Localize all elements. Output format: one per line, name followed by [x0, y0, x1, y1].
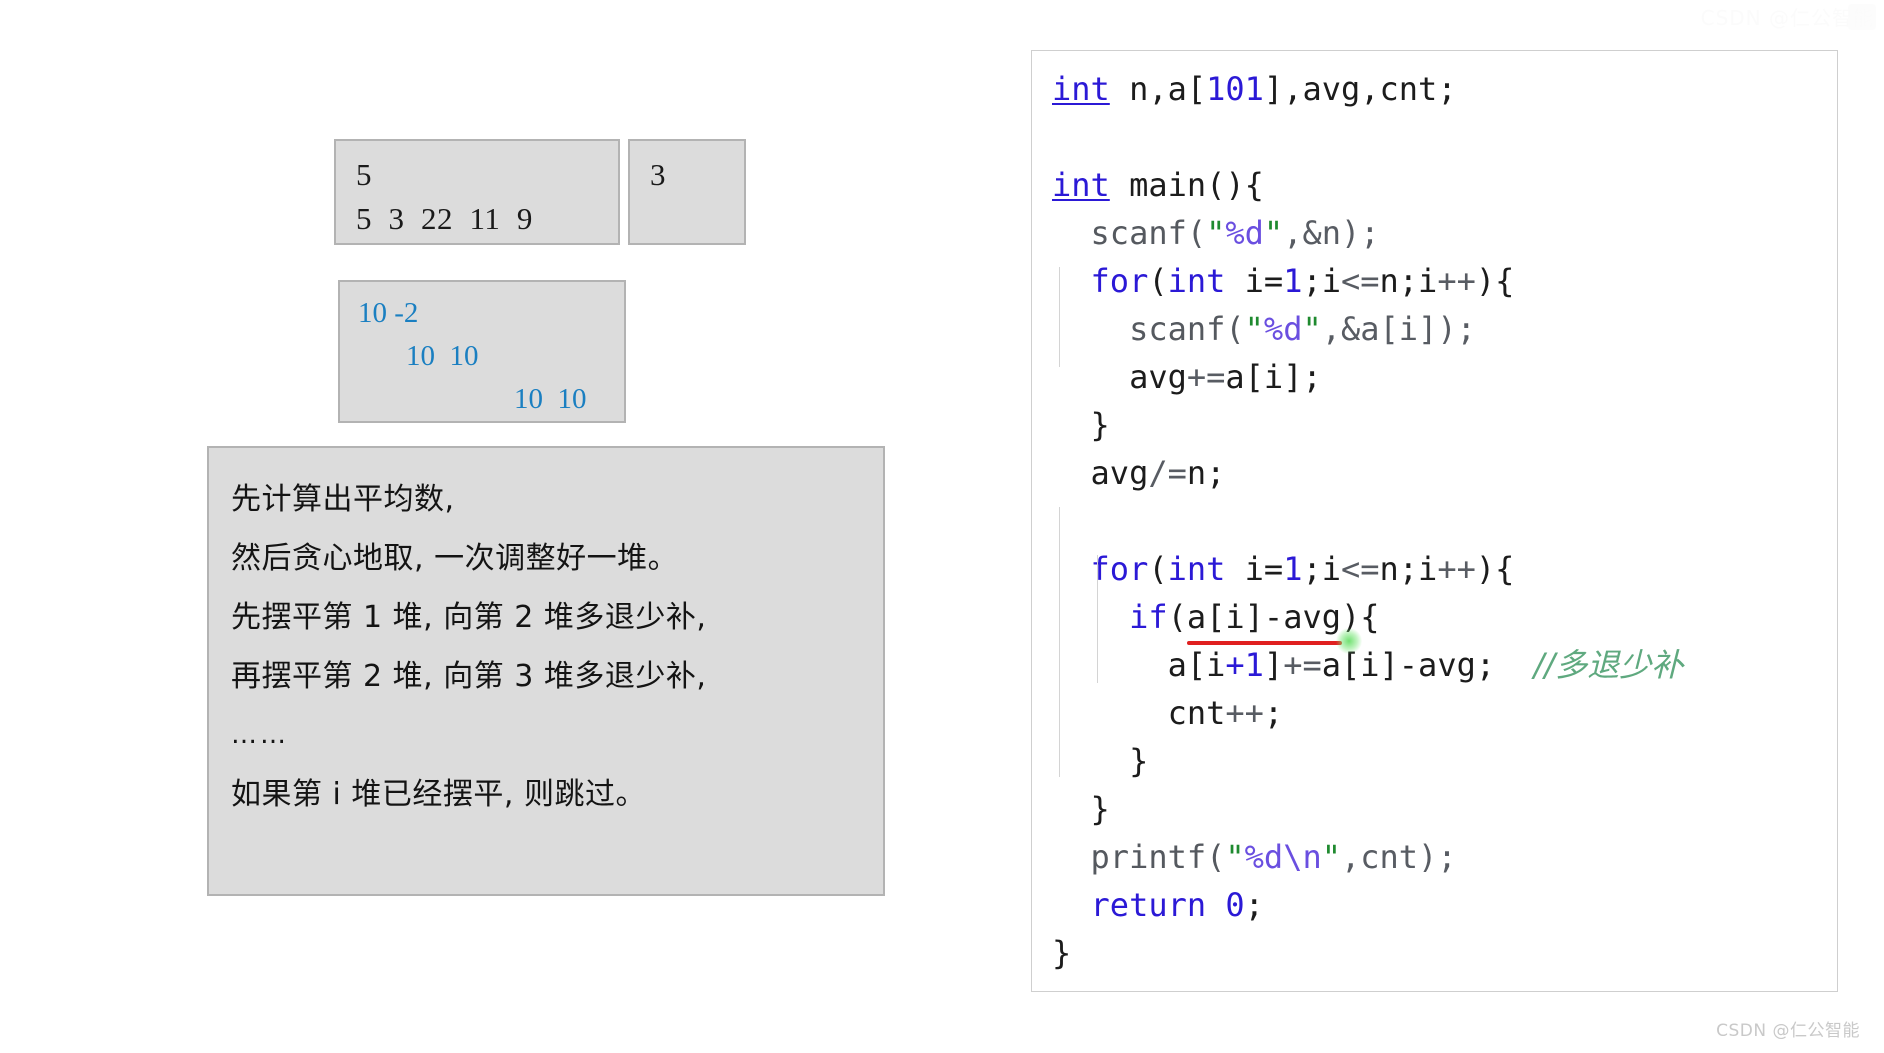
trace-steps-box: 10 -2 10 10 10 10 [338, 280, 626, 423]
indent-guide-inner-if [1097, 555, 1098, 683]
example-input-line-1: 5 3 22 11 9 [356, 201, 533, 236]
note-line-3: 再摆平第 2 堆, 向第 3 堆多退少补, [231, 659, 707, 694]
function-printf: printf( [1052, 838, 1226, 876]
code-comment: //多退少补 [1533, 646, 1684, 684]
example-output-box: 3 [628, 139, 746, 245]
text-caret-highlight [1336, 628, 1362, 654]
note-line-ellipsis: …… [231, 720, 289, 750]
note-line-1: 然后贪心地取, 一次调整好一堆。 [231, 541, 679, 576]
keyword-int: int [1167, 550, 1226, 588]
code-line-14: cnt++; [1052, 694, 1284, 732]
keyword-int: int [1052, 166, 1110, 204]
indent-guide-outer-first-loop [1059, 267, 1060, 367]
trace-line-1: 10 10 [406, 340, 479, 372]
code-line-13: a[i+1]+=a[i]-avg; //多退少补 [1052, 646, 1684, 684]
trace-line-2: 10 10 [514, 383, 587, 415]
code-line-11: for(int i=1;i<=n;i++){ [1090, 550, 1515, 588]
code-line-10-blank [1052, 497, 1837, 545]
function-scanf: scanf( [1052, 310, 1245, 348]
code-line-12: if(a[i]-avg){ [1129, 598, 1380, 636]
number-101: 101 [1206, 70, 1264, 108]
code-line-17: printf("%d\n",cnt); [1052, 838, 1457, 876]
indent-guide-outer-second-loop [1059, 507, 1060, 777]
keyword-int: int [1167, 262, 1226, 300]
explanation-notes-box: 先计算出平均数, 然后贪心地取, 一次调整好一堆。 先摆平第 1 堆, 向第 2… [207, 446, 885, 896]
code-line-1: int n,a[101],avg,cnt; [1052, 70, 1457, 108]
code-line-9: avg/=n; [1052, 454, 1226, 492]
keyword-for: for [1090, 550, 1149, 588]
code-panel[interactable]: int n,a[101],avg,cnt; int main(){ scanf(… [1031, 50, 1838, 992]
code-line-15: } [1052, 742, 1149, 780]
code-line-5: for(int i=1;i<=n;i++){ [1090, 262, 1515, 300]
code-line-6: scanf("%d",&a[i]); [1052, 310, 1476, 348]
keyword-return: return [1090, 886, 1207, 924]
keyword-int: int [1052, 70, 1110, 108]
note-line-5: 如果第 i 堆已经摆平, 则跳过。 [231, 777, 646, 812]
keyword-if: if [1129, 598, 1168, 636]
note-line-0: 先计算出平均数, [231, 482, 455, 517]
error-underline [1187, 641, 1342, 645]
watermark-bottom: CSDN @仁公智能 [1716, 1021, 1860, 1041]
note-line-2: 先摆平第 1 堆, 向第 2 堆多退少补, [231, 600, 707, 635]
code-line-7: avg+=a[i]; [1052, 358, 1322, 396]
example-input-box: 5 5 3 22 11 9 [334, 139, 620, 245]
code-line-4: scanf("%d",&n); [1052, 214, 1380, 252]
trace-line-0: 10 -2 [358, 297, 419, 329]
code-line-16: } [1052, 790, 1110, 828]
example-input-line-0: 5 [356, 157, 372, 192]
example-output-line-0: 3 [650, 157, 666, 192]
code-line-8: } [1052, 406, 1110, 444]
watermark-top: CSDN @仁公智能 [1700, 6, 1874, 30]
code-line-2-blank [1052, 113, 1837, 161]
function-scanf: scanf( [1052, 214, 1207, 252]
code-line-3: int main(){ [1052, 166, 1264, 204]
code-line-18: return 0; [1090, 886, 1264, 924]
keyword-for: for [1090, 262, 1149, 300]
code-line-19: } [1052, 934, 1072, 972]
